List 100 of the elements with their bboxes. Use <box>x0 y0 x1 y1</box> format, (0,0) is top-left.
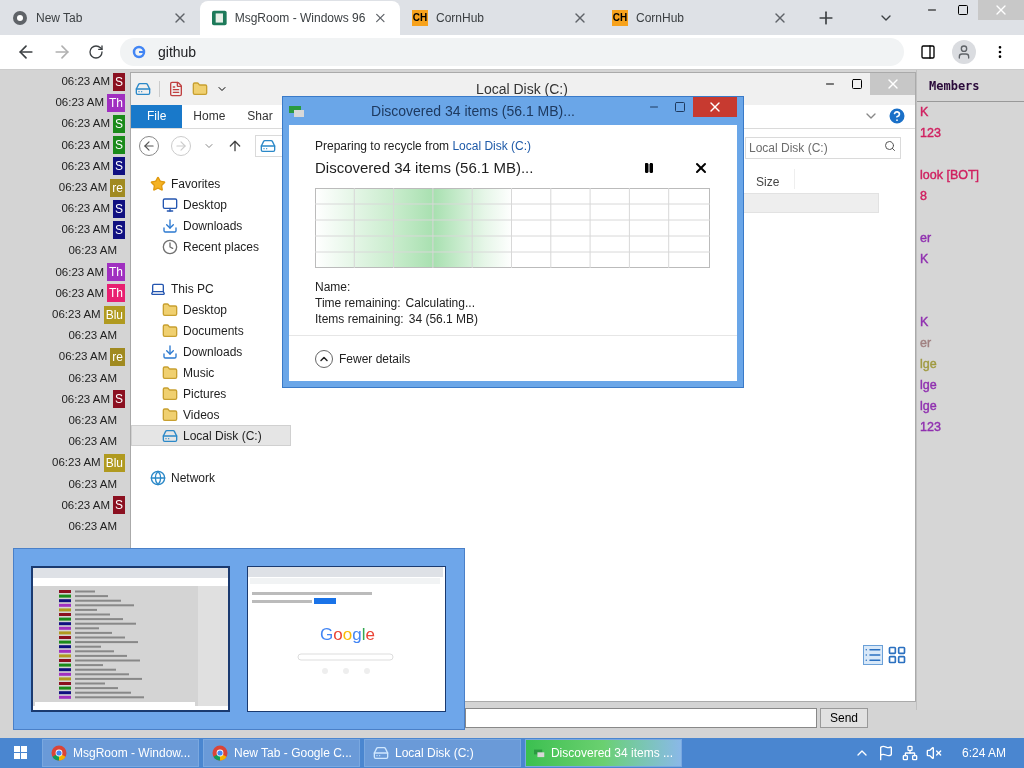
message-time: 06:23 AM <box>68 328 117 344</box>
message-time: 06:23 AM <box>55 285 104 301</box>
restore-icon <box>956 4 969 16</box>
message-time: 06:23 AM <box>61 391 110 407</box>
nav-item[interactable]: Local Disk (C:) <box>131 425 291 446</box>
up-icon[interactable] <box>227 138 243 154</box>
nav-item[interactable]: Downloads <box>131 215 291 236</box>
username-tag[interactable]: S <box>113 72 125 91</box>
detail-label: Name: <box>315 278 351 294</box>
nav-item[interactable]: Downloads <box>131 341 291 362</box>
message-time: 06:23 AM <box>61 73 110 89</box>
nav-item[interactable]: Videos <box>131 404 291 425</box>
username-tag[interactable]: S <box>113 199 125 218</box>
maximize-icon <box>850 78 863 90</box>
nav-item[interactable]: Music <box>131 362 291 383</box>
reload-icon[interactable] <box>88 44 104 60</box>
window-title: Local Disk (C:) <box>476 79 568 99</box>
search-field[interactable]: Local Disk (C:) <box>745 137 901 159</box>
browser-tab[interactable]: New Tab <box>0 1 200 35</box>
message-time: 06:23 AM <box>52 307 101 323</box>
member-name[interactable]: 123 <box>920 123 941 144</box>
username-tag[interactable]: S <box>113 390 125 409</box>
member-name[interactable]: lge <box>920 396 937 417</box>
message-time: 06:23 AM <box>68 518 117 534</box>
detail-value: Calculating... <box>405 294 475 310</box>
browser-tab[interactable]: MsgRoom - Windows 96 <box>200 1 400 35</box>
search-engine-icon <box>132 45 146 59</box>
nav-item[interactable]: Documents <box>131 320 291 341</box>
username-tag[interactable]: Th <box>107 263 125 282</box>
flag-icon[interactable] <box>877 745 894 761</box>
nav-item[interactable]: Desktop <box>131 194 291 215</box>
pause-icon[interactable] <box>643 162 655 175</box>
clock[interactable]: 6:24 AM <box>961 744 1006 762</box>
nav-item[interactable]: Desktop <box>131 299 291 320</box>
folder-icon <box>162 322 178 339</box>
member-name[interactable]: K <box>920 312 929 333</box>
profile-icon[interactable] <box>952 40 976 64</box>
member-name[interactable]: 123 <box>920 417 941 438</box>
username-tag[interactable]: S <box>113 220 125 239</box>
browser-tab[interactable]: CH CornHub <box>400 1 600 35</box>
member-name[interactable]: look [BOT] <box>920 165 980 186</box>
nav-item[interactable]: Recent places <box>131 236 291 257</box>
ribbon-tab[interactable]: Home <box>182 104 237 128</box>
nav-item[interactable]: Pictures <box>131 383 291 404</box>
drive-icon <box>135 81 151 97</box>
message-time: 06:23 AM <box>61 158 110 174</box>
drive-icon <box>260 138 276 154</box>
window-thumbnail[interactable]: Google <box>247 566 446 712</box>
send-button[interactable]: Send <box>820 708 868 728</box>
member-name[interactable]: er <box>920 228 932 249</box>
message-time: 06:23 AM <box>68 412 117 428</box>
member-name[interactable]: 8 <box>920 186 927 207</box>
message-time: 06:23 AM <box>58 349 108 365</box>
tab-logo: CH <box>412 10 428 26</box>
message-time: 06:23 AM <box>61 497 110 513</box>
message-time: 06:23 AM <box>61 201 110 217</box>
ribbon-tab[interactable]: File <box>131 104 183 128</box>
transfer-icon <box>289 104 305 118</box>
details-view-icon[interactable] <box>863 645 883 665</box>
network-icon[interactable] <box>901 745 918 761</box>
member-name[interactable]: K <box>920 102 929 123</box>
source-link[interactable]: Local Disk (C:) <box>452 139 532 153</box>
details-toggle[interactable]: Fewer details <box>315 349 411 368</box>
username-tag[interactable]: S <box>113 157 125 176</box>
chrome-icon <box>212 745 228 761</box>
member-name[interactable]: lge <box>920 375 937 396</box>
help-icon[interactable] <box>887 106 907 126</box>
username-tag[interactable]: Th <box>107 93 125 112</box>
member-name[interactable]: K <box>920 249 929 270</box>
chrome-icon <box>51 745 67 761</box>
star-icon <box>150 175 166 192</box>
dialog-title: Discovered 34 items (56.1 MB)... <box>371 101 575 121</box>
username-tag[interactable]: S <box>113 136 125 155</box>
nav-item[interactable]: Network <box>131 467 291 488</box>
clock-icon <box>162 238 178 255</box>
folder-icon <box>162 406 178 423</box>
large-icons-view-icon[interactable] <box>887 645 907 665</box>
volume-muted-icon[interactable] <box>925 745 942 761</box>
nav-item[interactable]: This PC <box>131 278 291 299</box>
folder-icon <box>162 301 178 318</box>
dialog-heading: Discovered 34 items (56.1 MB)... <box>315 158 535 178</box>
message-time: 06:23 AM <box>68 370 117 386</box>
ribbon-tab[interactable]: Shar <box>236 104 284 128</box>
close-button[interactable] <box>693 97 737 117</box>
address-field[interactable]: github <box>120 38 904 66</box>
folder-icon <box>162 364 178 381</box>
message-field[interactable] <box>465 708 817 728</box>
browser-tab[interactable]: CH CornHub <box>600 1 800 35</box>
drive-icon <box>373 745 389 761</box>
username-tag[interactable]: S <box>113 114 125 133</box>
side-panel-icon[interactable] <box>920 44 936 60</box>
folder-icon <box>162 385 178 402</box>
windows-logo-icon <box>14 746 28 760</box>
username-tag[interactable]: S <box>113 496 125 515</box>
properties-icon[interactable] <box>168 81 184 97</box>
nav-item[interactable]: Favorites <box>131 173 291 194</box>
column-header[interactable]: Size <box>756 175 780 189</box>
username-tag[interactable]: Th <box>107 284 125 303</box>
search-icon[interactable] <box>884 140 896 152</box>
message-time: 06:23 AM <box>68 476 117 492</box>
